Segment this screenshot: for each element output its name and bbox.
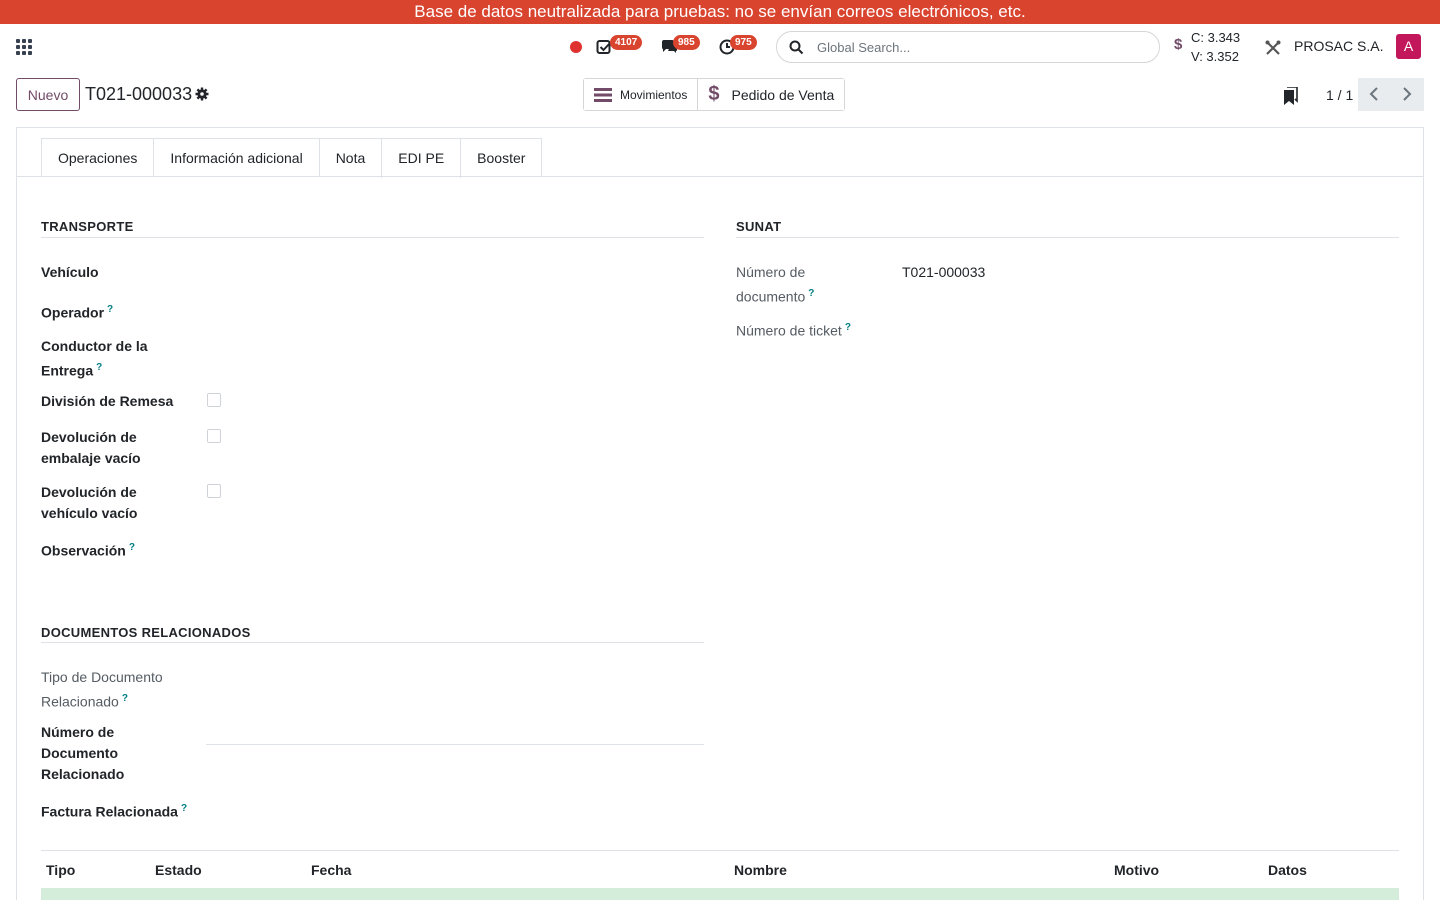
app-menu-icon[interactable]	[16, 39, 32, 55]
global-search-box[interactable]	[776, 31, 1160, 63]
field-label-devolucion-vehiculo: Devolución de vehículo vacío	[41, 484, 138, 521]
section-title-transporte: TRANSPORTE	[41, 219, 134, 234]
field-label-numero-ticket: Número de ticket?	[736, 322, 851, 339]
sale-order-smart-button[interactable]: $ Pedido de Venta	[697, 79, 845, 110]
timers-count-badge: 975	[730, 35, 757, 50]
devolucion-vehiculo-checkbox[interactable]	[207, 484, 221, 498]
help-tooltip-icon[interactable]: ?	[122, 693, 128, 704]
field-label-numero-documento-relacionado: Número de Documento Relacionado	[41, 724, 125, 782]
column-header-nombre[interactable]: Nombre	[734, 862, 787, 878]
new-button[interactable]: Nuevo	[16, 78, 80, 111]
tools-icon[interactable]	[1264, 39, 1282, 57]
edi-table-top-border	[41, 850, 1399, 851]
section-title-sunat: SUNAT	[736, 219, 782, 234]
field-label-numero-documento: Número de documento?	[736, 264, 815, 305]
user-avatar[interactable]: A	[1396, 34, 1421, 59]
sale-order-label: Pedido de Venta	[731, 86, 835, 103]
buy-rate: C: 3.343	[1191, 30, 1241, 45]
help-tooltip-icon[interactable]: ?	[129, 542, 135, 553]
column-header-datos[interactable]: Datos	[1268, 862, 1307, 878]
tab-nota[interactable]: Nota	[318, 138, 383, 177]
help-tooltip-icon[interactable]: ?	[181, 803, 187, 814]
column-header-motivo[interactable]: Motivo	[1114, 862, 1159, 878]
top-navbar: 4107 985 975 $ C: 3.343 V: 3.352 PROSAC …	[0, 24, 1440, 70]
tab-booster[interactable]: Booster	[460, 138, 543, 177]
numero-documento-relacionado-input[interactable]	[206, 744, 704, 745]
devolucion-embalaje-checkbox[interactable]	[207, 429, 221, 443]
sell-rate: V: 3.352	[1191, 49, 1239, 64]
field-label-devolucion-embalaje: Devolución de embalaje vacío	[41, 429, 141, 466]
exchange-rates: C: 3.343 V: 3.352	[1191, 28, 1240, 66]
tab-edi-pe[interactable]: EDI PE	[381, 138, 462, 178]
pager-next-button[interactable]	[1391, 78, 1424, 111]
field-label-vehiculo: Vehículo	[41, 264, 99, 280]
global-search-input[interactable]	[817, 32, 1147, 62]
field-label-observacion: Observación?	[41, 542, 135, 559]
bookmark-icon[interactable]	[1283, 87, 1298, 105]
dollar-icon: $	[708, 83, 720, 105]
movements-smart-button[interactable]: Movimientos	[584, 79, 698, 110]
help-tooltip-icon[interactable]: ?	[845, 322, 851, 333]
field-label-division-remesa: División de Remesa	[41, 393, 174, 409]
column-header-estado[interactable]: Estado	[155, 862, 202, 878]
tab-informacion-adicional[interactable]: Información adicional	[153, 138, 320, 177]
list-icon	[594, 87, 612, 102]
help-tooltip-icon[interactable]: ?	[96, 362, 102, 373]
chevron-right-icon	[1403, 87, 1412, 101]
field-label-conductor: Conductor de la Entrega?	[41, 338, 148, 379]
company-switcher[interactable]: PROSAC S.A.	[1294, 38, 1383, 54]
pager-value[interactable]: 1 / 1	[1326, 87, 1353, 103]
tab-operaciones[interactable]: Operaciones	[41, 138, 155, 177]
movements-label: Movimientos	[620, 87, 688, 102]
breadcrumb-record-title: T021-000033	[85, 84, 193, 104]
tabs-divider	[17, 176, 1423, 177]
search-icon	[789, 40, 804, 55]
gear-icon[interactable]	[195, 87, 209, 101]
status-dot-icon[interactable]	[570, 41, 582, 53]
column-header-fecha[interactable]: Fecha	[311, 862, 351, 878]
dollar-icon: $	[1174, 36, 1183, 53]
chevron-left-icon	[1369, 87, 1378, 101]
form-sheet: Operaciones Información adicional Nota E…	[16, 127, 1424, 900]
field-label-factura-relacionada: Factura Relacionada?	[41, 803, 188, 820]
field-label-operador: Operador?	[41, 304, 114, 321]
pager-previous-button[interactable]	[1358, 78, 1391, 111]
division-remesa-checkbox[interactable]	[207, 393, 221, 407]
section-divider	[41, 642, 704, 643]
section-title-documentos-relacionados: DOCUMENTOS RELACIONADOS	[41, 625, 251, 640]
activity-count-badge: 4107	[610, 35, 643, 50]
smart-buttons: Movimientos $ Pedido de Venta	[583, 78, 846, 111]
field-label-tipo-documento-relacionado: Tipo de Documento Relacionado?	[41, 669, 163, 710]
notebook-tabs: Operaciones Información adicional Nota E…	[41, 138, 543, 178]
messages-count-badge: 985	[673, 35, 700, 50]
neutralized-db-banner: Base de datos neutralizada para pruebas:…	[0, 0, 1440, 24]
table-row[interactable]	[41, 888, 1399, 900]
numero-documento-value: T021-000033	[902, 264, 986, 280]
section-divider	[41, 237, 704, 238]
control-panel: Nuevo T021-000033 Movimientos $ Pedido d…	[0, 70, 1440, 120]
section-divider	[736, 237, 1399, 238]
help-tooltip-icon[interactable]: ?	[107, 304, 113, 315]
help-tooltip-icon[interactable]: ?	[808, 288, 814, 299]
column-header-tipo[interactable]: Tipo	[46, 862, 75, 878]
